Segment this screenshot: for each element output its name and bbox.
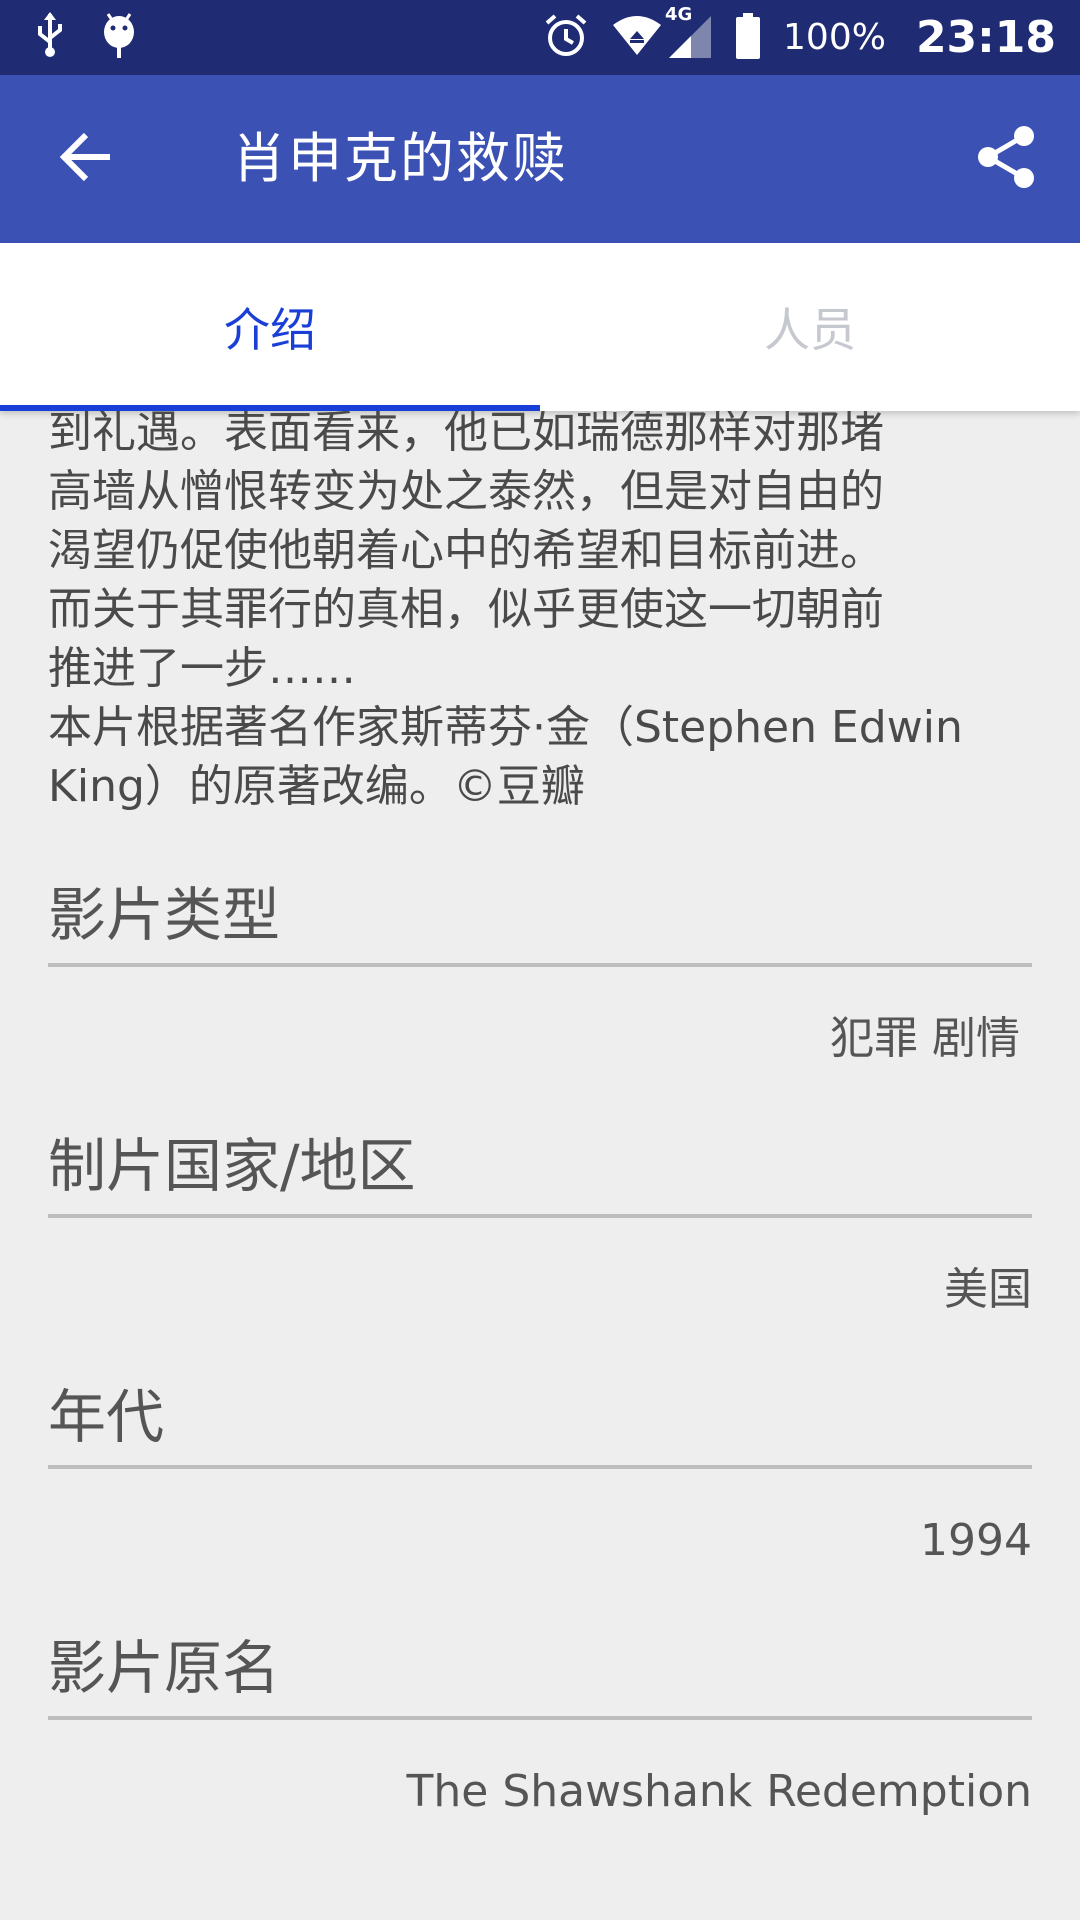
section-title-year: 年代 (48, 1377, 1032, 1469)
battery-icon (735, 12, 761, 63)
wifi-icon (611, 15, 663, 61)
android-debug-icon (102, 12, 136, 62)
section-value-country: 美国 (944, 1264, 1032, 1315)
app-bar: 肖申克的救赎 (0, 75, 1080, 243)
tab-intro[interactable]: 介绍 (0, 243, 540, 411)
status-bar-right: 4G 100% 23:18 (543, 0, 1056, 75)
back-button[interactable] (48, 121, 124, 197)
status-bar: 4G 100% 23:18 (0, 0, 1080, 75)
share-icon (976, 125, 1036, 193)
4g-signal-icon: 4G (665, 4, 713, 62)
clock: 23:18 (915, 12, 1056, 63)
tab-bar: 介绍 人员 (0, 243, 1080, 411)
usb-icon (36, 12, 64, 62)
section-title-country: 制片国家/地区 (48, 1126, 1032, 1218)
share-button[interactable] (968, 121, 1044, 197)
section-title-genre: 影片类型 (48, 875, 1032, 967)
section-value-original-name: The Shawshank Redemption (406, 1766, 1032, 1817)
alarm-icon (543, 13, 589, 63)
arrow-back-icon (58, 131, 114, 187)
synopsis-text: 到礼遇。表面看来，他已如瑞德那样对那堵 高墙从憎恨转变为处之泰然，但是对自由的 … (48, 411, 963, 812)
status-bar-left (36, 12, 136, 62)
battery-percent: 100% (783, 17, 886, 58)
intro-content[interactable]: 到礼遇。表面看来，他已如瑞德那样对那堵 高墙从憎恨转变为处之泰然，但是对自由的 … (0, 411, 1080, 1920)
tab-people[interactable]: 人员 (540, 243, 1080, 411)
page-title: 肖申克的救赎 (232, 127, 568, 190)
network-type-label: 4G (665, 3, 693, 25)
section-value-genre: 犯罪 剧情 (830, 1013, 1020, 1064)
section-value-year: 1994 (920, 1515, 1032, 1566)
section-title-original-name: 影片原名 (48, 1628, 1032, 1720)
